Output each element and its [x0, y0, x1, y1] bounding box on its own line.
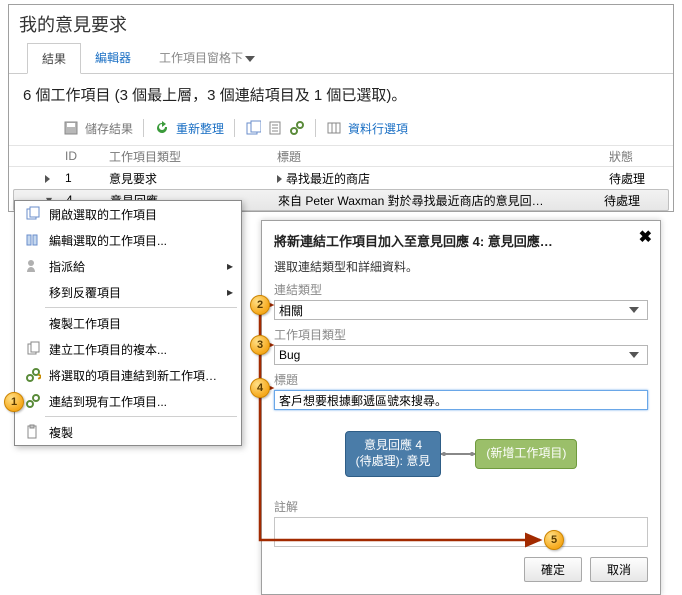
main-panel: 我的意見要求 結果 編輯器 工作項目窗格下 6 個工作項目 (3 個最上層，3 …: [8, 4, 674, 212]
tab-editor[interactable]: 編輯器: [81, 43, 145, 73]
menu-create-copy[interactable]: 建立工作項目的複本...: [15, 336, 241, 362]
columns-label[interactable]: 資料行選項: [348, 120, 408, 137]
chevron-down-icon: [245, 56, 255, 62]
callout-4: 4: [250, 378, 270, 398]
menu-assign[interactable]: 指派給▸: [15, 253, 241, 279]
work-item-type-select[interactable]: Bug: [274, 345, 648, 365]
work-item-type-label: 工作項目類型: [274, 326, 648, 343]
toolbar: 儲存結果 重新整理 資料行選項: [9, 115, 673, 145]
menu-separator: [45, 307, 237, 308]
page-title: 我的意見要求: [9, 5, 673, 43]
summary-text: 6 個工作項目 (3 個最上層，3 個連結項目及 1 個已選取)。: [9, 74, 673, 115]
svg-text:✱: ✱: [37, 370, 41, 383]
menu-copy[interactable]: 複製: [15, 419, 241, 445]
notes-input[interactable]: [274, 517, 648, 547]
submenu-arrow-icon: ▸: [227, 285, 233, 299]
callout-2: 2: [250, 295, 270, 315]
table-row[interactable]: 1 意見要求 尋找最近的商店 待處理: [9, 167, 673, 189]
refresh-label[interactable]: 重新整理: [176, 120, 224, 137]
doc-icon[interactable]: [267, 120, 283, 136]
grid-header: ID 工作項目類型 標題 狀態: [9, 145, 673, 167]
dialog-title: 將新連結工作項目加入至意見回應 4: 意見回應…: [274, 231, 648, 250]
menu-separator: [45, 416, 237, 417]
columns-icon[interactable]: [326, 120, 342, 136]
assign-icon: [23, 258, 43, 274]
callout-5: 5: [544, 530, 564, 550]
title-input[interactable]: 客戶想要根據郵遞區號來搜尋。: [274, 390, 648, 410]
chevron-down-icon: [629, 307, 639, 313]
notes-label: 註解: [274, 498, 648, 515]
open-icon: [23, 206, 43, 222]
separator: [143, 119, 144, 137]
link-dialog: 將新連結工作項目加入至意見回應 4: 意見回應… ✖ 選取連結類型和詳細資料。 …: [261, 220, 661, 595]
tab-bar: 結果 編輯器 工作項目窗格下: [9, 43, 673, 74]
save-label: 儲存結果: [85, 120, 133, 137]
save-icon[interactable]: [63, 120, 79, 136]
menu-link-existing[interactable]: 連結到現有工作項目...: [15, 388, 241, 414]
ok-button[interactable]: 確定: [524, 557, 582, 582]
menu-open[interactable]: 開啟選取的工作項目: [15, 201, 241, 227]
clipboard-icon: [23, 424, 43, 440]
copy-icon: [23, 341, 43, 357]
open-icon[interactable]: [245, 120, 261, 136]
submenu-arrow-icon: ▸: [227, 259, 233, 273]
separator: [315, 119, 316, 137]
tab-results[interactable]: 結果: [27, 43, 81, 74]
context-menu: 開啟選取的工作項目 編輯選取的工作項目... 指派給▸ 移到反覆項目▸ 複製工作…: [14, 200, 242, 446]
tab-tools[interactable]: 工作項目窗格下: [145, 43, 273, 73]
title-label: 標題: [274, 371, 648, 388]
callout-3: 3: [250, 335, 270, 355]
expand-icon[interactable]: [45, 175, 50, 183]
link-existing-icon: [23, 393, 43, 409]
menu-duplicate[interactable]: 複製工作項目: [15, 310, 241, 336]
cancel-button[interactable]: 取消: [590, 557, 648, 582]
dialog-buttons: 確定 取消: [274, 557, 648, 582]
col-state[interactable]: 狀態: [609, 148, 673, 165]
link-type-label: 連結類型: [274, 281, 648, 298]
menu-edit[interactable]: 編輯選取的工作項目...: [15, 227, 241, 253]
menu-move-iteration[interactable]: 移到反覆項目▸: [15, 279, 241, 305]
callout-1: 1: [4, 392, 24, 412]
expand-icon[interactable]: [277, 175, 282, 183]
node-target: (新增工作項目): [475, 439, 577, 469]
menu-link-new[interactable]: ✱將選取的項目連結到新工作項…: [15, 362, 241, 388]
link-new-icon: ✱: [23, 367, 43, 383]
link-icon[interactable]: [289, 120, 305, 136]
col-title[interactable]: 標題: [277, 148, 609, 165]
dialog-subtitle: 選取連結類型和詳細資料。: [274, 258, 648, 275]
separator: [234, 119, 235, 137]
col-type[interactable]: 工作項目類型: [109, 148, 277, 165]
chevron-down-icon: [629, 352, 639, 358]
edit-icon: [23, 232, 43, 248]
col-id[interactable]: ID: [65, 149, 109, 163]
refresh-icon[interactable]: [154, 120, 170, 136]
node-source: 意見回應 4(待處理): 意見: [345, 431, 442, 476]
link-graph: 意見回應 4(待處理): 意見 (新增工作項目): [274, 418, 648, 490]
connector-icon: [441, 448, 475, 460]
close-icon[interactable]: ✖: [639, 227, 652, 247]
link-type-select[interactable]: 相關: [274, 300, 648, 320]
